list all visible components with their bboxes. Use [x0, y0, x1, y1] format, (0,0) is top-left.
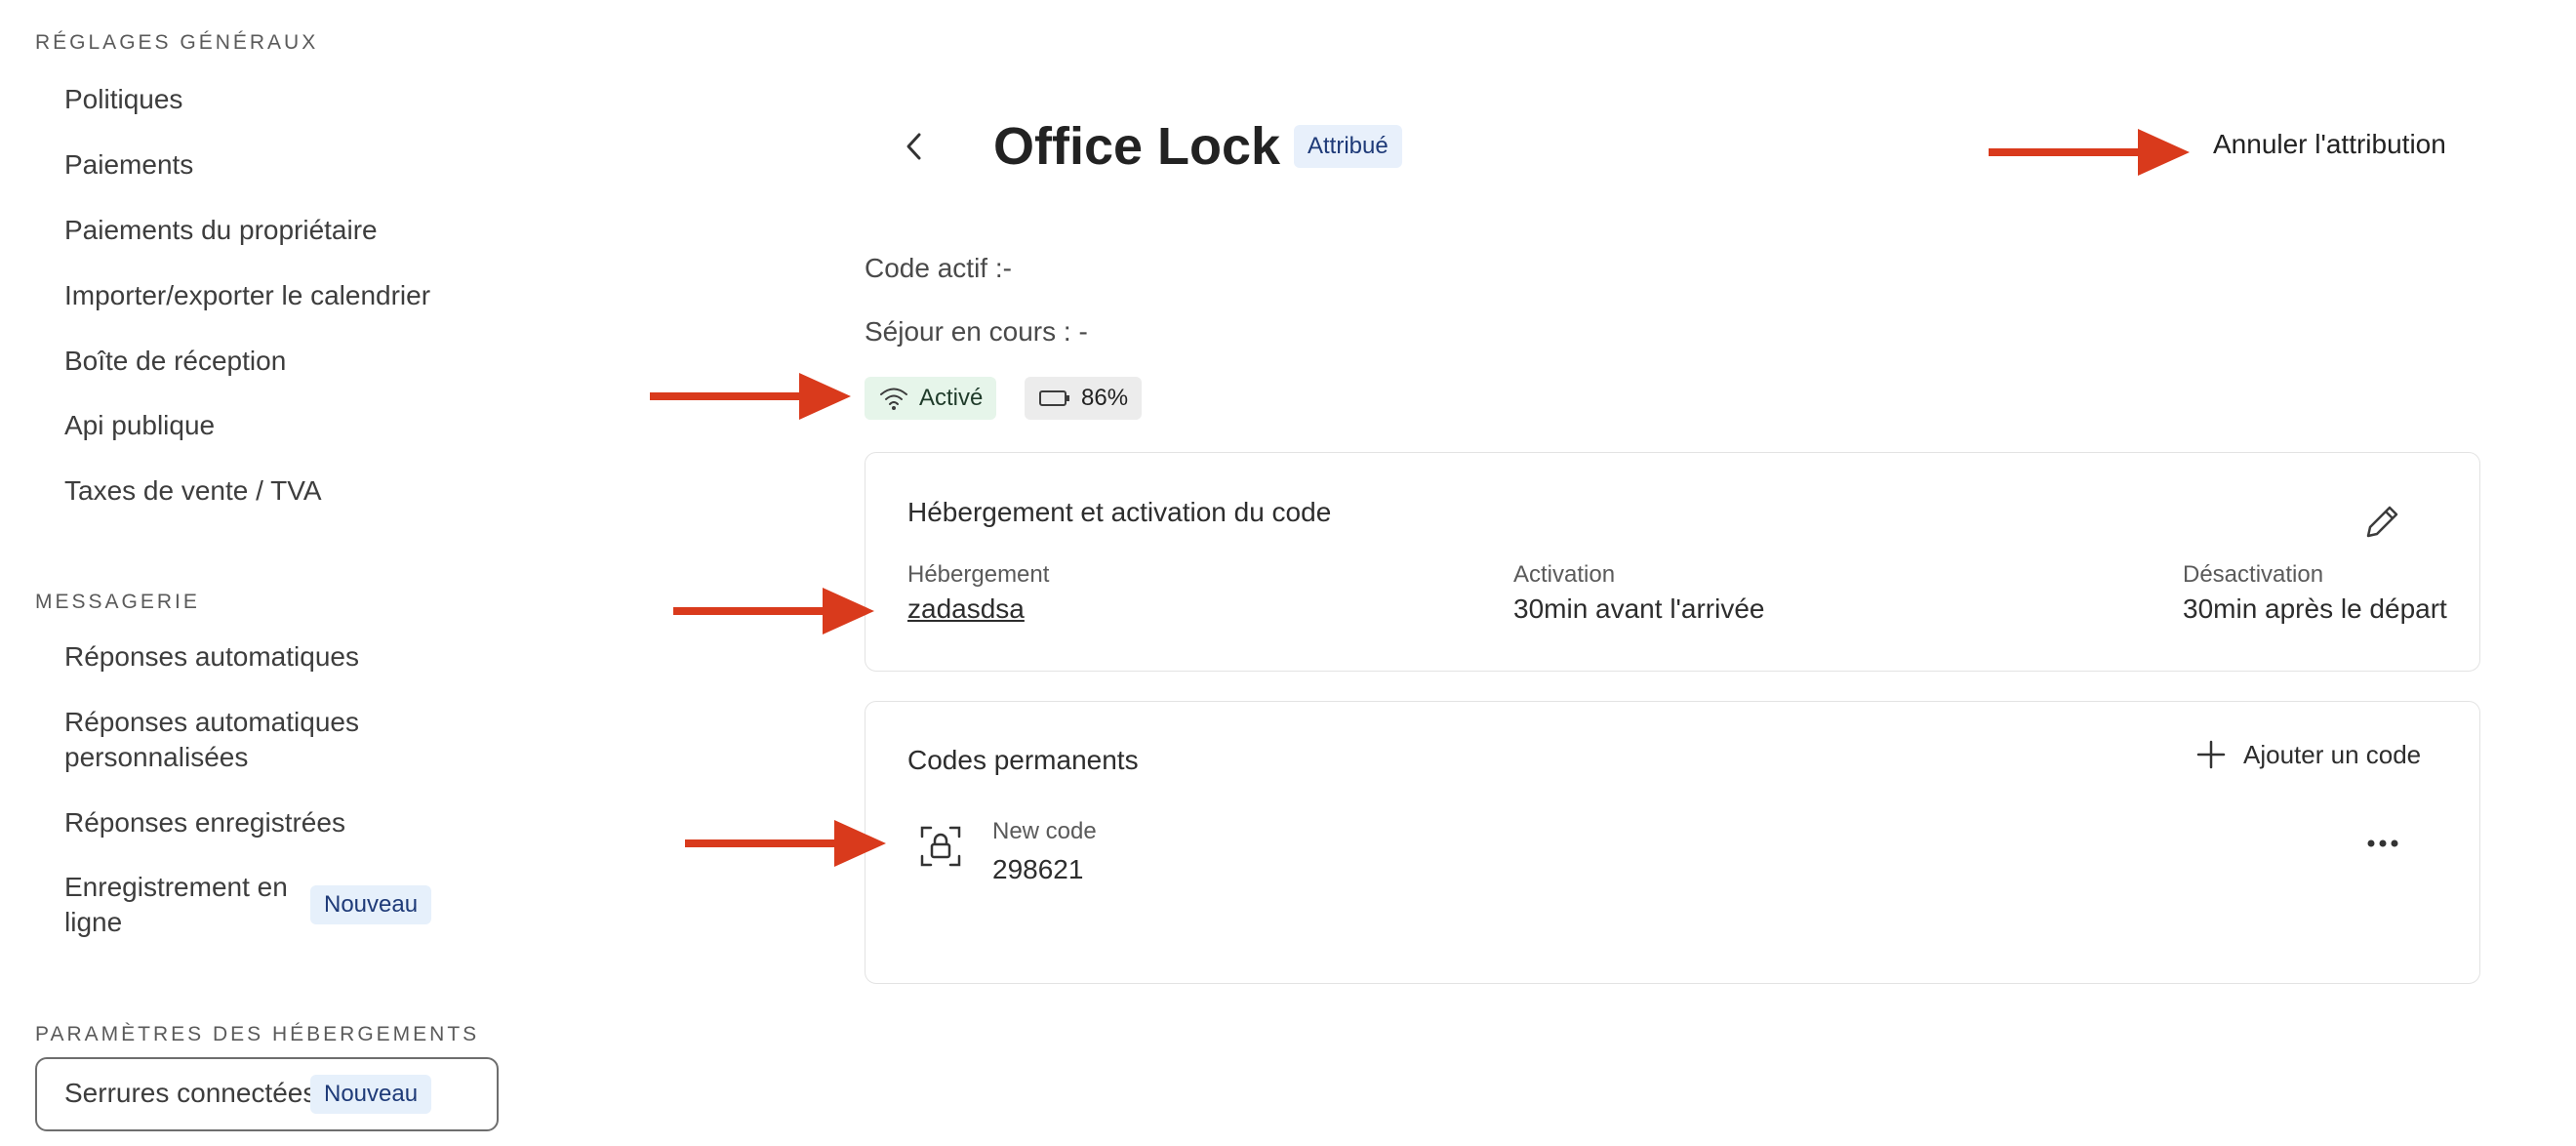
- sidebar-item-payments[interactable]: Paiements: [64, 147, 193, 183]
- plus-icon: [2196, 740, 2226, 769]
- hosting-card-title: Hébergement et activation du code: [907, 497, 1332, 527]
- deactivation-label: Désactivation: [2183, 561, 2324, 588]
- sidebar-item-auto-replies[interactable]: Réponses automatiques: [64, 639, 359, 675]
- current-stay-text: Séjour en cours : -: [865, 316, 1088, 347]
- battery-icon: [1039, 390, 1069, 406]
- battery-level-label: 86%: [1081, 385, 1129, 411]
- section-title-properties: PARAMÈTRES DES HÉBERGEMENTS: [35, 1023, 480, 1045]
- add-code-button[interactable]: Ajouter un code: [2196, 737, 2421, 772]
- add-code-label: Ajouter un code: [2243, 740, 2422, 769]
- annotation-arrow-icon: [673, 588, 874, 634]
- new-badge: Nouveau: [310, 885, 432, 924]
- sidebar: RÉGLAGES GÉNÉRAUX Politiques Paiements P…: [0, 0, 527, 1146]
- unassign-button[interactable]: Annuler l'attribution: [2213, 127, 2446, 162]
- activation-value: 30min avant l'arrivée: [1513, 593, 1765, 624]
- hosting-link[interactable]: zadasdsa: [907, 592, 1025, 627]
- connection-status-chip: Activé: [865, 377, 997, 420]
- sidebar-item-owner-payments[interactable]: Paiements du propriétaire: [64, 213, 378, 248]
- back-button[interactable]: [900, 127, 929, 166]
- active-code-text: Code actif :-: [865, 253, 1012, 283]
- hosting-activation-card: Hébergement et activation du code Héberg…: [865, 452, 2480, 672]
- activation-label: Activation: [1513, 561, 1616, 588]
- new-badge: Nouveau: [310, 1075, 432, 1114]
- status-badge: Attribué: [1294, 125, 1402, 168]
- connection-status-label: Activé: [919, 385, 984, 411]
- page-title: Office Lock: [993, 117, 1281, 176]
- annotation-arrow-icon: [685, 820, 886, 867]
- sidebar-item-inbox[interactable]: Boîte de réception: [64, 344, 286, 379]
- chevron-left-icon: [906, 133, 921, 160]
- sidebar-item-saved-replies[interactable]: Réponses enregistrées: [64, 805, 345, 840]
- sidebar-item-sales-tax[interactable]: Taxes de vente / TVA: [64, 473, 322, 509]
- lock-scan-icon: [920, 826, 961, 867]
- codes-card-title: Codes permanents: [907, 745, 1139, 775]
- pencil-icon: [2366, 506, 2398, 538]
- code-value: 298621: [992, 854, 1084, 884]
- code-name: New code: [992, 818, 1097, 844]
- ellipsis-icon: [2367, 839, 2398, 847]
- sidebar-item-policies[interactable]: Politiques: [64, 82, 182, 117]
- deactivation-value: 30min après le départ: [2183, 593, 2447, 624]
- permanent-codes-card: Codes permanents Ajouter un code New cod…: [865, 701, 2480, 984]
- sidebar-item-smart-locks-label: Serrures connectées: [64, 1078, 317, 1108]
- sidebar-item-calendar-import-export[interactable]: Importer/exporter le calendrier: [64, 278, 430, 313]
- sidebar-item-custom-auto-replies[interactable]: Réponses automatiques personnalisées: [64, 705, 367, 775]
- wifi-icon: [880, 388, 907, 410]
- sidebar-item-online-checkin[interactable]: Enregistrement en ligne: [64, 870, 308, 940]
- battery-chip: 86%: [1025, 377, 1143, 420]
- more-options-button[interactable]: [2358, 829, 2407, 858]
- edit-button[interactable]: [2358, 497, 2407, 546]
- annotation-arrow-icon: [1989, 129, 2190, 176]
- section-title-general: RÉGLAGES GÉNÉRAUX: [35, 31, 319, 54]
- hosting-label: Hébergement: [907, 561, 1050, 588]
- sidebar-item-public-api[interactable]: Api publique: [64, 408, 215, 443]
- annotation-arrow-icon: [650, 373, 851, 420]
- section-title-messaging: MESSAGERIE: [35, 591, 200, 613]
